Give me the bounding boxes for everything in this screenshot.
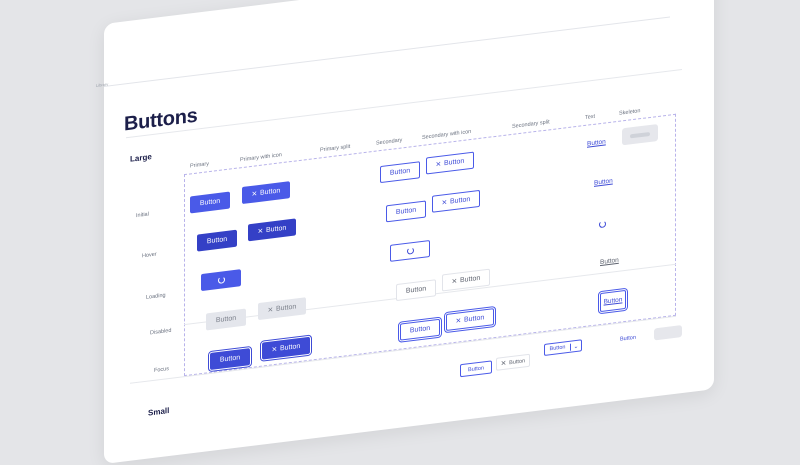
close-icon: × (257, 225, 263, 237)
column-text: Text (585, 113, 596, 121)
small-skeleton-button (654, 325, 682, 341)
artboard: Library Buttons Large Primary Primary wi… (96, 0, 714, 464)
close-icon: × (455, 315, 461, 326)
column-primary-with-icon: Primary with icon (240, 152, 282, 164)
column-secondary-split: Secondary split (512, 119, 550, 130)
close-icon: × (500, 357, 507, 369)
close-icon: × (271, 343, 277, 355)
column-primary: Primary (190, 161, 209, 170)
close-icon: × (441, 196, 447, 208)
row-hover: Hover (142, 251, 157, 260)
close-icon: × (267, 304, 273, 315)
small-secondary-icon-button[interactable]: × Button (496, 353, 530, 371)
row-focus: Focus (154, 366, 169, 374)
spinner-icon (599, 220, 606, 229)
row-loading: Loading (146, 292, 166, 301)
top-divider (104, 16, 670, 88)
spinner-icon (406, 246, 414, 255)
row-disabled: Disabled (150, 327, 172, 337)
section-small-label: Small (148, 405, 170, 418)
text-button-loading[interactable] (599, 220, 606, 229)
column-primary-split: Primary split (320, 143, 351, 154)
small-secondary-split-button[interactable]: Button ⌄ (544, 339, 582, 356)
close-icon: × (451, 275, 457, 287)
row-initial: Initial (136, 211, 149, 220)
chevron-down-icon[interactable]: ⌄ (570, 341, 581, 351)
small-secondary-button[interactable]: Button (460, 360, 492, 378)
text-button-focus[interactable]: Button (598, 287, 628, 315)
column-skeleton: Skeleton (619, 108, 641, 117)
page-title: Buttons (124, 104, 198, 136)
close-icon: × (251, 188, 257, 199)
column-secondary: Secondary (376, 137, 403, 147)
small-text-button[interactable]: Button (620, 335, 636, 343)
close-icon: × (435, 158, 441, 170)
spinner-icon (217, 276, 225, 285)
section-large-label: Large (130, 152, 152, 164)
